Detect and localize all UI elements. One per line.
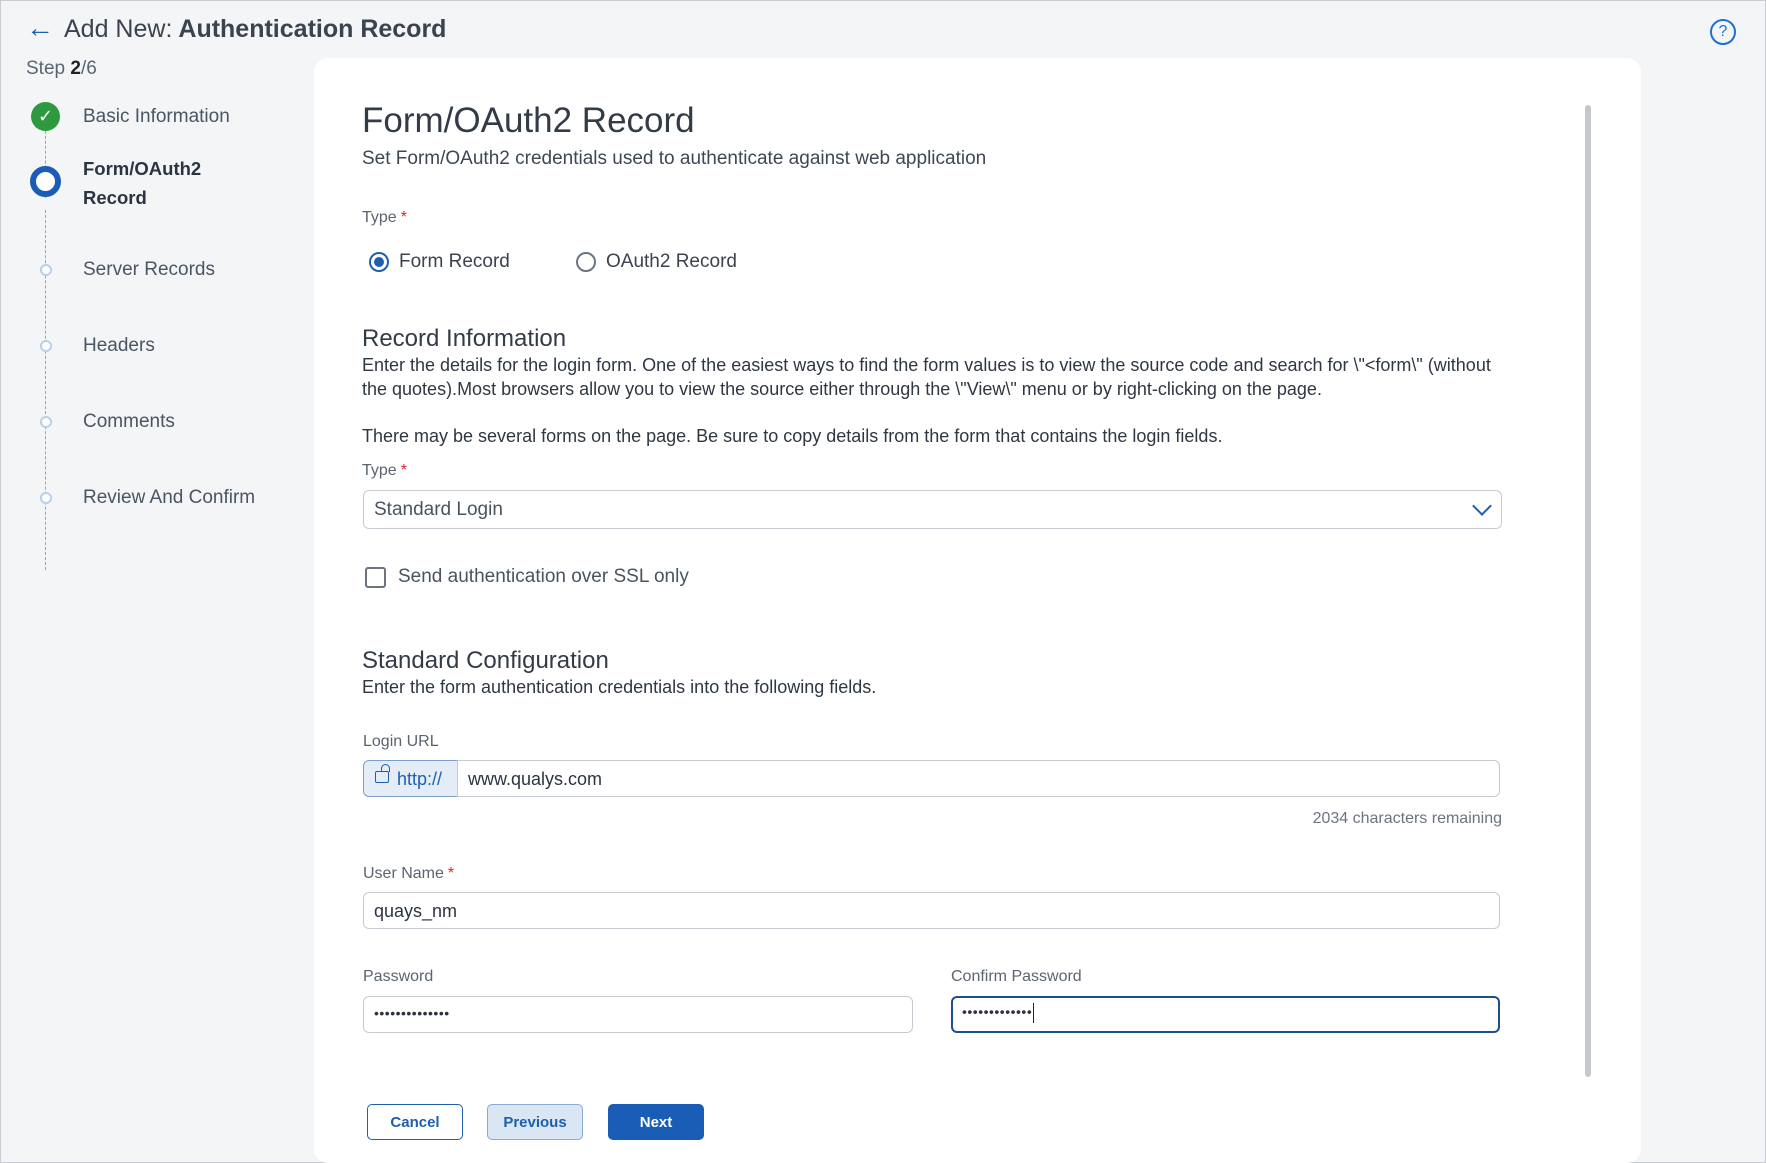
pending-step-icon xyxy=(40,492,52,504)
title-prefix: Add New: xyxy=(64,15,173,43)
cancel-button[interactable]: Cancel xyxy=(367,1104,463,1140)
required-marker: * xyxy=(400,209,407,226)
radio-unselected-icon xyxy=(576,252,596,272)
back-arrow-icon[interactable]: ← xyxy=(26,14,54,42)
active-step-icon xyxy=(30,166,61,197)
confirm-password-field-content: ••••••••••••• xyxy=(962,1003,1035,1023)
check-icon: ✓ xyxy=(31,102,60,131)
pending-step-icon xyxy=(40,416,52,428)
step-comments[interactable]: Comments xyxy=(83,407,175,436)
type-label-text: Type xyxy=(362,209,397,226)
step-form-oauth2-record[interactable]: Form/OAuth2 Record xyxy=(83,154,201,212)
record-information-description: Enter the details for the login form. On… xyxy=(362,355,1491,399)
page-title: Add New: Authentication Record xyxy=(64,15,446,44)
login-url-input[interactable]: www.qualys.com xyxy=(457,760,1500,797)
help-icon[interactable]: ? xyxy=(1710,19,1736,45)
standard-configuration-heading: Standard Configuration xyxy=(362,647,609,674)
confirm-password-input[interactable]: ••••••••••••• xyxy=(951,996,1500,1033)
ssl-only-label: Send authentication over SSL only xyxy=(398,566,689,587)
step-counter: Step 2/6 xyxy=(26,58,97,80)
username-label-text: User Name xyxy=(363,865,444,882)
type-label: Type * xyxy=(362,209,407,227)
ssl-only-checkbox[interactable]: Send authentication over SSL only xyxy=(365,566,689,588)
login-url-value: www.qualys.com xyxy=(468,769,603,789)
top-bar: ← Add New: Authentication Record ? xyxy=(0,0,1766,58)
step-word: Step xyxy=(26,58,66,79)
previous-button[interactable]: Previous xyxy=(487,1104,583,1140)
protocol-text: http:// xyxy=(397,769,443,789)
step-server-records[interactable]: Server Records xyxy=(83,255,215,284)
step-headers[interactable]: Headers xyxy=(83,331,155,360)
chars-remaining: 2034 characters remaining xyxy=(1312,810,1502,827)
radio-form-record-label: Form Record xyxy=(399,251,510,272)
required-marker: * xyxy=(447,865,455,882)
radio-oauth2-record-label: OAuth2 Record xyxy=(606,251,737,272)
login-type-label: Type * xyxy=(362,462,407,480)
password-value: •••••••••••••• xyxy=(374,1005,450,1021)
pending-step-icon xyxy=(40,264,52,276)
section-subtitle: Set Form/OAuth2 credentials used to auth… xyxy=(362,148,987,169)
login-type-label-text: Type xyxy=(362,462,397,479)
required-marker: * xyxy=(400,462,407,479)
step-basic-information[interactable]: Basic Information xyxy=(83,102,230,131)
step-label-line2: Record xyxy=(83,187,147,208)
password-label: Password xyxy=(363,968,434,985)
username-label: User Name * xyxy=(363,865,454,883)
text-caret xyxy=(1033,1003,1035,1023)
chevron-down-icon xyxy=(1472,496,1492,516)
login-url-label: Login URL xyxy=(363,733,439,750)
password-input[interactable]: •••••••••••••• xyxy=(363,996,913,1033)
record-information-note: There may be several forms on the page. … xyxy=(362,426,1223,446)
scrollbar[interactable] xyxy=(1585,105,1591,1077)
confirm-password-label: Confirm Password xyxy=(951,968,1082,985)
login-type-select[interactable]: Standard Login xyxy=(363,490,1502,529)
radio-selected-icon xyxy=(369,252,389,272)
username-value: quays_nm xyxy=(374,901,458,921)
record-information-heading: Record Information xyxy=(362,325,567,352)
pending-step-icon xyxy=(40,340,52,352)
title-main: Authentication Record xyxy=(178,15,447,43)
login-type-value: Standard Login xyxy=(374,499,503,520)
step-label-line1: Form/OAuth2 xyxy=(83,158,202,179)
radio-form-record[interactable]: Form Record xyxy=(369,251,510,273)
confirm-password-value: ••••••••••••• xyxy=(962,1003,1033,1020)
step-current: 2 xyxy=(70,58,81,79)
standard-configuration-description: Enter the form authentication credential… xyxy=(362,677,877,697)
section-title: Form/OAuth2 Record xyxy=(362,101,695,140)
step-review-and-confirm[interactable]: Review And Confirm xyxy=(83,483,255,512)
unlock-icon xyxy=(375,764,390,783)
username-input[interactable]: quays_nm xyxy=(363,892,1500,929)
step-total: /6 xyxy=(80,58,97,79)
radio-oauth2-record[interactable]: OAuth2 Record xyxy=(576,251,737,273)
protocol-toggle[interactable]: http:// xyxy=(363,760,458,797)
next-button[interactable]: Next xyxy=(608,1104,704,1140)
checkbox-icon xyxy=(365,566,386,588)
